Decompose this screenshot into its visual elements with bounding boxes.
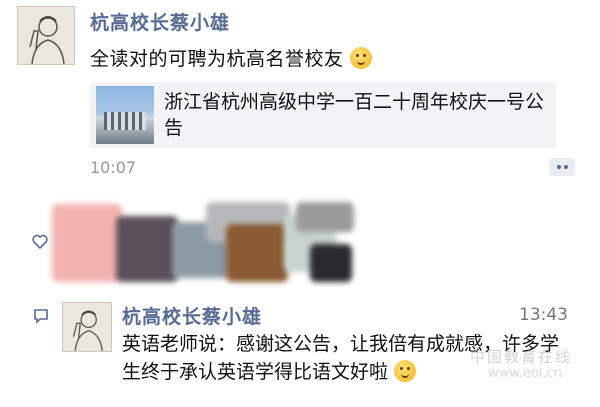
commenter-avatar[interactable]: [62, 302, 112, 352]
watermark-url: www.eol.cn: [488, 366, 562, 381]
shared-link-card[interactable]: 浙江省杭州高级中学一百二十周年校庆一号公告: [90, 82, 556, 148]
liker-avatar[interactable]: [52, 204, 122, 282]
post-text-content: 全读对的可聘为杭高名誉校友: [90, 48, 344, 70]
more-actions-button[interactable]: [549, 158, 575, 176]
liker-avatar[interactable]: [226, 224, 288, 282]
comment-time: 13:43: [519, 305, 568, 325]
avatar-portrait-icon: [63, 303, 111, 351]
liker-avatar[interactable]: [310, 244, 352, 282]
author-avatar[interactable]: [17, 6, 75, 65]
liker-avatar[interactable]: [116, 216, 178, 282]
ellipsis-dot: [563, 165, 568, 169]
ellipsis-dot: [556, 165, 561, 169]
likes-section: [0, 194, 600, 294]
avatar-portrait-icon: [18, 7, 74, 64]
commenter-name[interactable]: 杭高校长蔡小雄: [122, 302, 262, 329]
post-text: 全读对的可聘为杭高名誉校友: [90, 44, 373, 71]
liker-avatar[interactable]: [296, 202, 354, 232]
watermark-text: 中国教育在线: [470, 348, 573, 366]
smirk-emoji-icon: [350, 47, 373, 69]
post-author-name[interactable]: 杭高校长蔡小雄: [90, 8, 230, 35]
heart-icon: [32, 234, 48, 249]
link-title: 浙江省杭州高级中学一百二十周年校庆一号公告: [164, 91, 545, 139]
link-thumbnail: [96, 86, 154, 144]
post-time: 10:07: [90, 158, 137, 177]
smirk-emoji-icon: [394, 360, 417, 382]
comment-bubble-icon: [34, 309, 48, 324]
